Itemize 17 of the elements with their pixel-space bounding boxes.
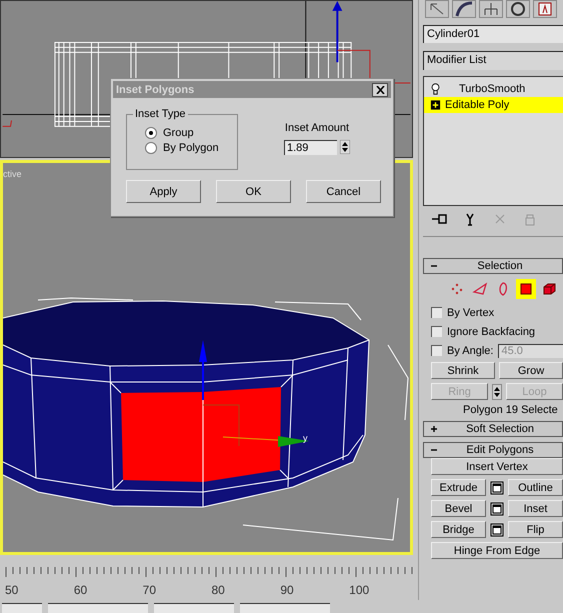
group-label: Inset Type — [133, 108, 188, 120]
timeline-label: 90 — [280, 583, 295, 597]
viewport-label: ctive — [3, 169, 22, 179]
timeline-label: 60 — [74, 583, 88, 597]
timeline-label: 80 — [211, 583, 226, 597]
checkbox-label: Ignore Backfacing — [447, 326, 536, 338]
timeline-label: 100 — [349, 583, 370, 597]
checkbox-label: By Vertex — [447, 306, 494, 318]
radio-label: By Polygon — [163, 142, 219, 154]
axis-label: y — [303, 433, 308, 443]
checkbox-label: By Angle: — [447, 344, 494, 356]
selection-status: Polygon 19 Selecte — [462, 404, 559, 416]
field-label: Inset Amount — [284, 122, 350, 134]
timeline-label: 70 — [142, 583, 158, 597]
timeline-label: 50 — [5, 583, 20, 597]
dialog-title: Inset Polygons — [116, 84, 194, 96]
radio-label: Group — [163, 127, 194, 139]
